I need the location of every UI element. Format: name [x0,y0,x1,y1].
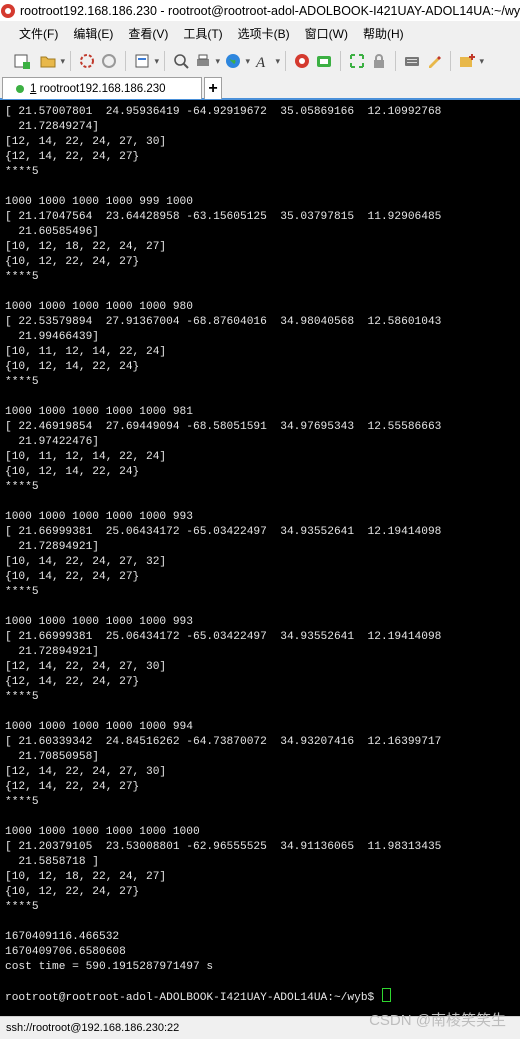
open-folder-icon[interactable] [40,53,65,69]
tab-title: rootroot192.168.186.230 [39,82,166,95]
toolbar-divider [285,51,286,71]
keyboard-icon[interactable] [404,53,420,69]
highlight-pen-icon[interactable] [426,53,442,69]
tab-number: 1 [30,82,37,95]
disconnect-icon[interactable] [101,53,117,69]
menu-file[interactable]: 文件(F) [19,25,58,42]
menu-bar: 文件(F) 编辑(E) 查看(V) 工具(T) 选项卡(B) 窗口(W) 帮助(… [0,21,520,46]
lock-icon[interactable] [371,53,387,69]
title-bar: rootroot192.168.186.230 - rootroot@rootr… [0,0,520,21]
toolbar-divider [70,51,71,71]
print-icon[interactable] [195,53,220,69]
menu-tools[interactable]: 工具(T) [183,25,222,42]
menu-edit[interactable]: 编辑(E) [73,25,113,42]
toolbar: A [0,46,520,76]
tab-label: 1 rootroot192.168.186.230 [30,83,166,95]
search-icon[interactable] [173,53,189,69]
toolbar-divider [340,51,341,71]
terminal-area[interactable]: [ 21.57007801 24.95936419 -64.92919672 3… [0,100,520,1016]
terminal-prompt-line[interactable]: rootroot@rootroot-adol-ADOLBOOK-I421UAY-… [5,988,391,1006]
menu-view[interactable]: 查看(V) [128,25,168,42]
tab-session[interactable]: 1 rootroot192.168.186.230 [2,77,202,99]
properties-icon[interactable] [134,53,159,69]
cursor-icon [381,988,391,1002]
terminal-output: [ 21.57007801 24.95936419 -64.92919672 3… [5,106,442,973]
toolbar-divider [450,51,451,71]
new-tab-button[interactable]: + [204,77,222,99]
menu-window[interactable]: 窗口(W) [305,25,348,42]
connect-icon[interactable] [79,53,95,69]
svg-text:A: A [255,55,266,69]
app-logo-icon [1,3,15,18]
xftp-icon[interactable] [316,53,332,69]
font-icon[interactable]: A [255,53,280,69]
menu-tabs[interactable]: 选项卡(B) [238,25,290,42]
connection-status: ssh://rootroot@192.168.186.230:22 [6,1022,180,1034]
globe-icon[interactable] [225,53,250,69]
tab-bar: 1 rootroot192.168.186.230 + [0,76,520,100]
menu-help[interactable]: 帮助(H) [363,25,404,42]
connected-status-icon [16,84,24,93]
fullscreen-icon[interactable] [349,53,365,69]
toolbar-divider [395,51,396,71]
shell-prompt: rootroot@rootroot-adol-ADOLBOOK-I421UAY-… [5,992,381,1004]
add-session-icon[interactable] [459,53,484,69]
toolbar-divider [164,51,165,71]
toolbar-divider [125,51,126,71]
watermark: CSDN @南棱笑笑生 [369,1012,506,1029]
new-session-icon[interactable] [14,53,30,69]
xshell-logo-icon[interactable] [294,53,310,69]
window-title: rootroot192.168.186.230 - rootroot@rootr… [20,3,520,18]
